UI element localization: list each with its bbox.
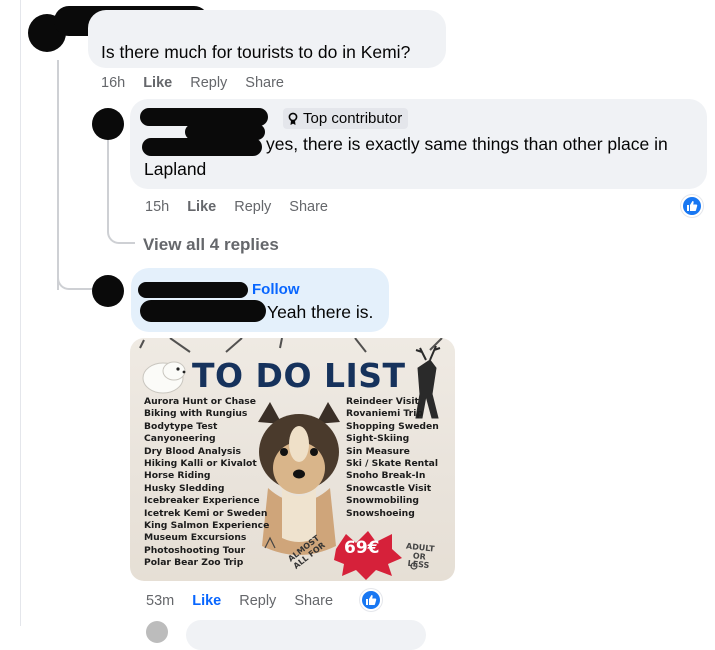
badge-label: Top contributor [303,110,403,127]
like-button[interactable]: Like [187,199,216,215]
avatar[interactable] [92,108,124,140]
poster-list-item: Hiking Kalli or Kivalot [144,458,257,470]
poster-list-item: Ski / Skate Rental [346,458,438,470]
thumbs-up-icon [366,595,377,605]
comment-text: Is there much for tourists to do in Kemi… [101,42,411,62]
poster-adult-or-less: ADULT OR LESS [404,542,435,571]
comment-timestamp[interactable]: 53m [146,593,174,609]
poster-list-item: Sin Measure [346,445,410,457]
top-contributor-badge: Top contributor [283,108,409,129]
thumbs-up-icon [687,201,698,211]
poster-left-list: Aurora Hunt or Chase Biking with Rungius B… [144,396,269,570]
comment-actions: 15h Like Reply Share [145,199,328,215]
poster-list-item: Rovaniemi Trip [346,408,423,420]
comment-actions: 16h Like Reply Share [101,75,284,91]
comment-text: Lapland [144,159,207,179]
poster-list-item: Canyoneering [144,433,216,445]
poster-list-item: Aurora Hunt or Chase [144,396,257,407]
poster-list-item: Husky Sledding [144,482,225,494]
comment-timestamp[interactable]: 16h [101,75,125,91]
view-replies-link[interactable]: View all 4 replies [143,235,279,255]
reply-button[interactable]: Reply [190,75,227,91]
comment-actions: 53m Like Reply Share [146,593,333,609]
like-reaction-icon[interactable] [681,195,703,217]
poster-list-item: Museum Excursions [144,532,247,544]
poster-list-item: Sight-Skiing [346,433,410,445]
poster-list-item: Snowcastle Visit [346,482,432,494]
comment-image-todo-list[interactable]: TO DO LIST Aurora Hunt or Chase Biking wi… [130,338,455,581]
poster-list-item: Photoshooting Tour [144,544,246,556]
redacted-name [142,138,262,156]
like-button[interactable]: Like [143,75,172,91]
poster-list-item: Horse Riding [144,470,211,482]
poster-title: TO DO LIST [192,356,406,395]
share-button[interactable]: Share [289,199,328,215]
like-button[interactable]: Like [192,593,221,609]
polar-bear-picture [142,361,186,394]
reply-button[interactable]: Reply [239,593,276,609]
poster-list-item: Biking with Rungius [144,408,248,420]
poster-list-item: Bodytype Test [144,420,218,432]
like-reaction-icon[interactable] [360,589,382,611]
thread-line [57,262,95,290]
follow-button[interactable]: Follow [252,281,300,298]
next-comment-bubble-partial [186,620,426,650]
poster-list-item: Snoho Break-In [346,470,426,482]
husky-dog-picture [258,402,340,555]
poster-right-list: Reindeer Visit Rovaniemi Trip Shopping Swe… [346,396,439,520]
thread-line [107,140,135,244]
poster-list-item: Snowmobiling [346,495,419,507]
redacted-name [138,282,248,298]
poster-list-item: Shopping Sweden [346,420,439,432]
share-button[interactable]: Share [245,75,284,91]
share-button[interactable]: Share [294,593,333,609]
poster-list-item: King Salmon Experience [144,520,270,532]
comment-timestamp[interactable]: 15h [145,199,169,215]
poster-list-item: Reindeer Visit [346,396,419,407]
avatar[interactable] [92,275,124,307]
poster-price: 69€ [344,538,380,558]
medal-icon [288,112,298,125]
poster-list-item: Icetrek Kemi or Sweden [144,507,268,519]
avatar[interactable] [146,621,168,643]
poster-list-item: Polar Bear Zoo Trip [144,557,244,569]
left-panel-edge [20,0,21,626]
poster-list-item: Snowshoeing [346,507,415,519]
comment-text: Yeah there is. [267,302,374,322]
poster-list-item: Icebreaker Experience [144,495,260,507]
comment-text: yes, there is exactly same things than o… [266,134,668,154]
poster-list-item: Dry Blood Analysis [144,445,241,457]
redacted-name [140,300,266,322]
reply-button[interactable]: Reply [234,199,271,215]
thread-line [57,60,97,290]
